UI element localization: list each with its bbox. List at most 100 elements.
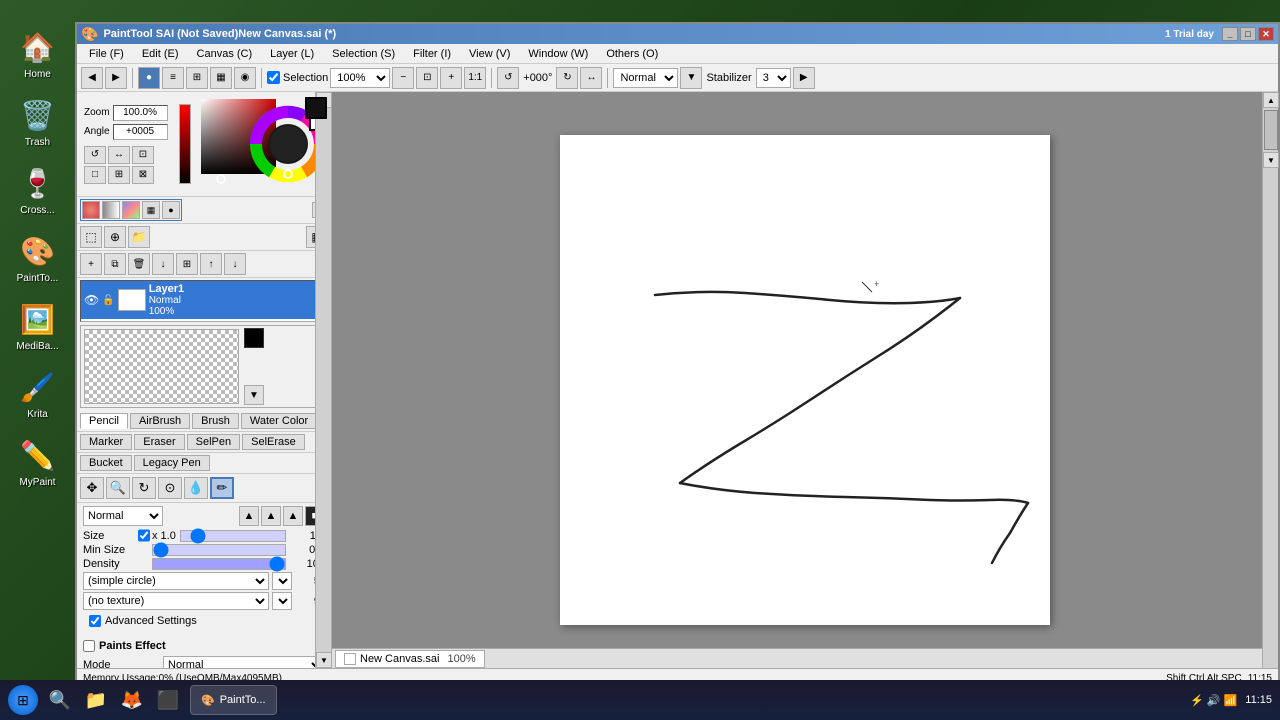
scroll-down-btn[interactable]: ▼ [1263, 152, 1279, 168]
zoom-out-button[interactable]: − [392, 67, 414, 89]
toolbar-nav-right[interactable]: ▶ [105, 67, 127, 89]
tab-selpen[interactable]: SelPen [187, 434, 240, 450]
menu-view[interactable]: View (V) [461, 46, 518, 62]
size-slider[interactable] [180, 530, 286, 542]
flip-h-button[interactable]: ↔ [580, 67, 602, 89]
scroll-track-area[interactable] [1263, 110, 1278, 150]
merge-down-btn[interactable]: ↓ [152, 253, 174, 275]
zoom-input[interactable]: 100.0% [113, 105, 168, 121]
nav-btn-3[interactable]: ⊡ [132, 146, 154, 164]
toolbar-nav-left[interactable]: ◀ [81, 67, 103, 89]
desktop-icon-home[interactable]: 🏠 Home [8, 27, 68, 80]
zoom-actual-button[interactable]: 1:1 [464, 67, 486, 89]
desktop-icon-medibang[interactable]: 🖼️ MediBa... [8, 299, 68, 352]
rotate-ccw-button[interactable]: ↺ [497, 67, 519, 89]
brush-shape-select[interactable]: (simple circle) [83, 572, 269, 590]
advanced-settings-checkbox[interactable] [89, 615, 101, 627]
transform-tool[interactable]: ⊕ [104, 226, 126, 248]
new-layer-btn[interactable]: + [80, 253, 102, 275]
brush-shape-sub[interactable]: ▼ [272, 572, 292, 590]
scroll-thumb[interactable] [1264, 110, 1278, 150]
tab-pencil[interactable]: Pencil [80, 413, 128, 429]
shape-triangle3[interactable]: ▲ [283, 506, 303, 526]
density-slider[interactable] [152, 558, 286, 570]
eyedropper-tool[interactable]: 💧 [184, 477, 208, 499]
mode-select[interactable]: Normal [163, 656, 325, 668]
minimize-button[interactable]: _ [1222, 27, 1238, 41]
close-button[interactable]: ✕ [1258, 27, 1274, 41]
taskbar-painttool-app[interactable]: 🎨 PaintTo... [190, 685, 277, 715]
nav-btn-4[interactable]: □ [84, 166, 106, 184]
select-tool[interactable]: ⬚ [80, 226, 102, 248]
blend-mode-btn[interactable]: ▼ [680, 67, 702, 89]
layer-lock-icon[interactable]: 🔓 [102, 295, 114, 306]
menu-selection[interactable]: Selection (S) [324, 46, 403, 62]
taskbar-browser-icon[interactable]: 🦊 [118, 686, 146, 714]
menu-file[interactable]: File (F) [81, 46, 132, 62]
size-checkbox[interactable] [138, 529, 150, 542]
layer-item-1[interactable]: 👁 🔓 Layer1 Normal 100% [81, 281, 327, 319]
stabilizer-btn[interactable]: ▶ [793, 67, 815, 89]
angle-input[interactable]: +0005 [113, 124, 168, 140]
rotate-cw-button[interactable]: ↻ [556, 67, 578, 89]
desktop-icon-mypaint[interactable]: ✏️ MyPaint [8, 435, 68, 488]
delete-layer-btn[interactable]: 🗑 [128, 253, 150, 275]
color-mode-wheel[interactable] [122, 201, 140, 219]
color-options-btn[interactable]: ▼ [244, 385, 264, 405]
taskbar-search-icon[interactable]: 🔍 [46, 686, 74, 714]
color-black-swatch[interactable] [244, 328, 264, 348]
drawing-canvas[interactable]: + [560, 135, 1050, 625]
nav-btn-2[interactable]: ↔ [108, 146, 130, 164]
desktop-icon-crossover[interactable]: 🍷 Cross... [8, 163, 68, 216]
nav-btn-6[interactable]: ⊠ [132, 166, 154, 184]
tool-panel-scroll[interactable]: Zoom 100.0% Angle +0005 ↺ ↔ ⊡ □ ⊞ ⊠ [77, 92, 331, 668]
tab-bucket[interactable]: Bucket [80, 455, 132, 471]
zoom-select[interactable]: 100% [330, 68, 390, 88]
folder-tool[interactable]: 📁 [128, 226, 150, 248]
color-mode-palette[interactable]: ▦ [142, 201, 160, 219]
layer-down-btn[interactable]: ↓ [224, 253, 246, 275]
pencil-draw-tool[interactable]: ✏ [210, 477, 234, 499]
brush-mode-select[interactable]: Normal [83, 506, 163, 526]
menu-window[interactable]: Window (W) [520, 46, 596, 62]
tab-legacypen[interactable]: Legacy Pen [134, 455, 210, 471]
layer-eye-icon[interactable]: 👁 [84, 293, 99, 307]
layer-up-btn[interactable]: ↑ [200, 253, 222, 275]
color-mode-mixer[interactable]: ● [162, 201, 180, 219]
restore-button[interactable]: □ [1240, 27, 1256, 41]
menu-others[interactable]: Others (O) [598, 46, 666, 62]
tab-eraser[interactable]: Eraser [134, 434, 184, 450]
shape-triangle2[interactable]: ▲ [261, 506, 281, 526]
tab-brush[interactable]: Brush [192, 413, 239, 429]
toolbar-view-5[interactable]: ◉ [234, 67, 256, 89]
selection-checkbox-label[interactable]: Selection [267, 71, 328, 84]
menu-layer[interactable]: Layer (L) [262, 46, 322, 62]
vertical-scrollbar[interactable]: ▲ ▼ [1262, 92, 1278, 668]
stabilizer-select[interactable]: 3 [756, 68, 791, 88]
tab-watercolor[interactable]: Water Color [241, 413, 317, 429]
merge-all-btn[interactable]: ⊞ [176, 253, 198, 275]
toolbar-view-4[interactable]: ▦ [210, 67, 232, 89]
tab-marker[interactable]: Marker [80, 434, 132, 450]
selection-checkbox[interactable] [267, 71, 280, 84]
zoom-in-button[interactable]: + [440, 67, 462, 89]
scroll-up-btn[interactable]: ▲ [1263, 92, 1279, 108]
rotate-tool[interactable]: ↻ [132, 477, 156, 499]
brush-texture-select[interactable]: (no texture) [83, 592, 269, 610]
color-slider-1[interactable] [179, 104, 191, 184]
foreground-color-swatch[interactable] [305, 97, 327, 119]
desktop-icon-krita[interactable]: 🖌️ Krita [8, 367, 68, 420]
panel-scroll-down-btn[interactable]: ▼ [316, 652, 332, 668]
brush-texture-sub[interactable]: ▼ [272, 592, 292, 610]
toolbar-view-1[interactable]: ● [138, 67, 160, 89]
toolbar-view-3[interactable]: ⊞ [186, 67, 208, 89]
tab-airbrush[interactable]: AirBrush [130, 413, 190, 429]
menu-edit[interactable]: Edit (E) [134, 46, 187, 62]
nav-btn-5[interactable]: ⊞ [108, 166, 130, 184]
zoom-tool[interactable]: 🔍 [106, 477, 130, 499]
paints-effect-checkbox[interactable] [83, 640, 95, 652]
nav-btn-1[interactable]: ↺ [84, 146, 106, 164]
color-mode-hsv[interactable] [82, 201, 100, 219]
menu-filter[interactable]: Filter (I) [405, 46, 459, 62]
lasso-tool[interactable]: ⊙ [158, 477, 182, 499]
